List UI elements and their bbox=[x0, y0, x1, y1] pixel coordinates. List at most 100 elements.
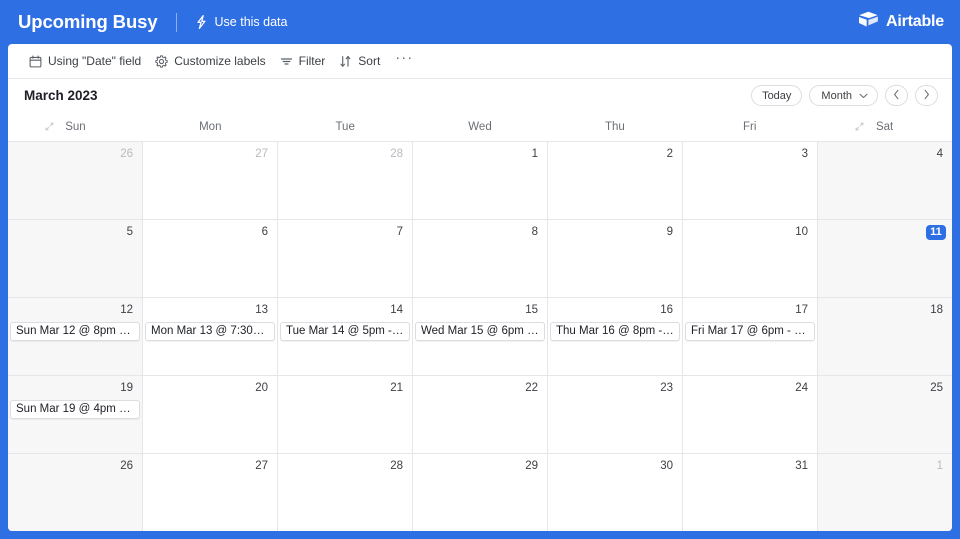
calendar-day-cell[interactable]: 1 bbox=[413, 142, 548, 219]
calendar-event-chip[interactable]: Tue Mar 14 @ 5pm - … bbox=[280, 322, 410, 341]
weekday-header-sun: Sun bbox=[8, 112, 143, 141]
calendar-toolbar: Using "Date" field Customize labels Filt… bbox=[8, 44, 952, 79]
calendar-day-cell[interactable]: 19 Sun Mar 19 @ 4pm - … bbox=[8, 376, 143, 453]
day-number: 16 bbox=[660, 304, 673, 316]
calendar-day-cell[interactable]: 2 bbox=[548, 142, 683, 219]
calendar-day-cell[interactable]: 5 bbox=[8, 220, 143, 297]
today-badge: 11 bbox=[926, 225, 946, 240]
calendar-event-chip[interactable]: Thu Mar 16 @ 8pm - … bbox=[550, 322, 680, 341]
calendar-day-cell[interactable]: 20 bbox=[143, 376, 278, 453]
today-date-number: 11 bbox=[818, 225, 952, 240]
date-field-label: Using "Date" field bbox=[48, 54, 142, 68]
day-number: 5 bbox=[126, 226, 133, 238]
calendar-day-cell[interactable]: 13 Mon Mar 13 @ 7:30p… bbox=[143, 298, 278, 375]
calendar-event-chip[interactable]: Wed Mar 15 @ 6pm -… bbox=[415, 322, 545, 341]
calendar-day-cell[interactable]: 21 bbox=[278, 376, 413, 453]
airtable-brand-label: Airtable bbox=[886, 13, 944, 30]
calendar-day-cell[interactable]: 26 bbox=[8, 142, 143, 219]
calendar-day-cell[interactable]: 10 bbox=[683, 220, 818, 297]
weekday-label: Wed bbox=[468, 120, 492, 133]
calendar-day-cell[interactable]: 17 Fri Mar 17 @ 6pm - 7… bbox=[683, 298, 818, 375]
collapse-diagonal-icon[interactable] bbox=[45, 122, 54, 131]
calendar-day-cell[interactable]: 30 bbox=[548, 454, 683, 531]
next-month-button[interactable] bbox=[915, 85, 938, 106]
date-field-button[interactable]: Using "Date" field bbox=[22, 50, 148, 72]
calendar-day-cell[interactable]: 6 bbox=[143, 220, 278, 297]
calendar-event-chip[interactable]: Fri Mar 17 @ 6pm - 7… bbox=[685, 322, 815, 341]
view-mode-select[interactable]: Month bbox=[809, 85, 878, 106]
calendar-day-cell[interactable]: 1 bbox=[818, 454, 952, 531]
day-events: Thu Mar 16 @ 8pm - … bbox=[548, 322, 682, 341]
sort-label: Sort bbox=[358, 54, 381, 68]
day-number: 12 bbox=[120, 304, 133, 316]
calendar-day-cell[interactable]: 27 bbox=[143, 142, 278, 219]
filter-button[interactable]: Filter bbox=[273, 50, 333, 72]
calendar-day-cell[interactable]: 7 bbox=[278, 220, 413, 297]
day-events: Sun Mar 12 @ 8pm - … bbox=[8, 322, 142, 341]
weekday-header-thu: Thu bbox=[547, 112, 682, 141]
calendar-day-cell[interactable]: 4 bbox=[818, 142, 952, 219]
calendar-day-cell[interactable]: 31 bbox=[683, 454, 818, 531]
day-number: 13 bbox=[255, 304, 268, 316]
use-this-data-button[interactable]: Use this data bbox=[195, 15, 288, 29]
day-events: Fri Mar 17 @ 6pm - 7… bbox=[683, 322, 817, 341]
calendar-day-cell[interactable]: 27 bbox=[143, 454, 278, 531]
weekday-label: Mon bbox=[199, 120, 222, 133]
calendar-day-cell[interactable]: 24 bbox=[683, 376, 818, 453]
day-number: 17 bbox=[795, 304, 808, 316]
calendar-event-chip[interactable]: Sun Mar 19 @ 4pm - … bbox=[10, 400, 140, 419]
calendar-week-row: 19 Sun Mar 19 @ 4pm - … 20 21 22 23 24 25 bbox=[8, 376, 952, 454]
calendar-day-cell[interactable]: 28 bbox=[278, 454, 413, 531]
today-button[interactable]: Today bbox=[751, 85, 803, 106]
view-mode-label: Month bbox=[821, 89, 852, 102]
day-events: Sun Mar 19 @ 4pm - … bbox=[8, 400, 142, 419]
calendar-day-cell[interactable]: 11 bbox=[818, 220, 952, 297]
calendar-day-cell[interactable]: 3 bbox=[683, 142, 818, 219]
calendar-day-cell[interactable]: 22 bbox=[413, 376, 548, 453]
day-number: 8 bbox=[531, 226, 538, 238]
calendar-day-cell[interactable]: 15 Wed Mar 15 @ 6pm -… bbox=[413, 298, 548, 375]
calendar-day-cell[interactable]: 29 bbox=[413, 454, 548, 531]
calendar-event-chip[interactable]: Mon Mar 13 @ 7:30p… bbox=[145, 322, 275, 341]
day-number: 24 bbox=[795, 382, 808, 394]
day-number: 1 bbox=[936, 460, 943, 472]
calendar-week-row: 26 27 28 1 2 3 4 bbox=[8, 142, 952, 220]
chevron-right-icon bbox=[923, 89, 930, 103]
weekday-label: Sat bbox=[875, 120, 894, 133]
day-number: 2 bbox=[666, 148, 673, 160]
nav-controls: Today Month bbox=[751, 85, 938, 106]
collapse-diagonal-icon[interactable] bbox=[855, 122, 864, 131]
calendar-day-cell[interactable]: 9 bbox=[548, 220, 683, 297]
calendar-day-cell[interactable]: 16 Thu Mar 16 @ 8pm - … bbox=[548, 298, 683, 375]
calendar-grid: 26 27 28 1 2 3 4 5 6 7 8 9 10 11 12 Sun Mar 12 @ 8pm - … bbox=[8, 142, 952, 531]
prev-month-button[interactable] bbox=[885, 85, 908, 106]
calendar-day-cell[interactable]: 25 bbox=[818, 376, 952, 453]
weekday-header-fri: Fri bbox=[682, 112, 817, 141]
calendar-day-cell[interactable]: 28 bbox=[278, 142, 413, 219]
sort-button[interactable]: Sort bbox=[332, 50, 387, 72]
page-title: Upcoming Busy bbox=[18, 11, 158, 32]
calendar-day-cell[interactable]: 26 bbox=[8, 454, 143, 531]
day-number: 4 bbox=[936, 148, 943, 160]
customize-labels-button[interactable]: Customize labels bbox=[148, 50, 272, 72]
calendar-icon bbox=[29, 54, 42, 68]
day-number: 19 bbox=[120, 382, 133, 394]
day-number: 26 bbox=[120, 460, 133, 472]
day-number: 27 bbox=[255, 460, 268, 472]
calendar-day-cell[interactable]: 12 Sun Mar 12 @ 8pm - … bbox=[8, 298, 143, 375]
day-number: 6 bbox=[261, 226, 268, 238]
top-bar: Upcoming Busy Use this data Airtable bbox=[0, 0, 960, 44]
calendar-card: Using "Date" field Customize labels Filt… bbox=[8, 44, 952, 531]
calendar-day-cell[interactable]: 8 bbox=[413, 220, 548, 297]
calendar-day-cell[interactable]: 18 bbox=[818, 298, 952, 375]
day-number: 10 bbox=[795, 226, 808, 238]
calendar-day-cell[interactable]: 23 bbox=[548, 376, 683, 453]
day-number: 29 bbox=[525, 460, 538, 472]
airtable-brand[interactable]: Airtable bbox=[858, 11, 944, 33]
calendar-event-chip[interactable]: Sun Mar 12 @ 8pm - … bbox=[10, 322, 140, 341]
calendar-day-cell[interactable]: 14 Tue Mar 14 @ 5pm - … bbox=[278, 298, 413, 375]
ellipsis-icon[interactable]: ··· bbox=[387, 50, 421, 70]
day-number: 23 bbox=[660, 382, 673, 394]
calendar-week-row: 12 Sun Mar 12 @ 8pm - … 13 Mon Mar 13 @ 7:3… bbox=[8, 298, 952, 376]
day-number: 28 bbox=[390, 460, 403, 472]
